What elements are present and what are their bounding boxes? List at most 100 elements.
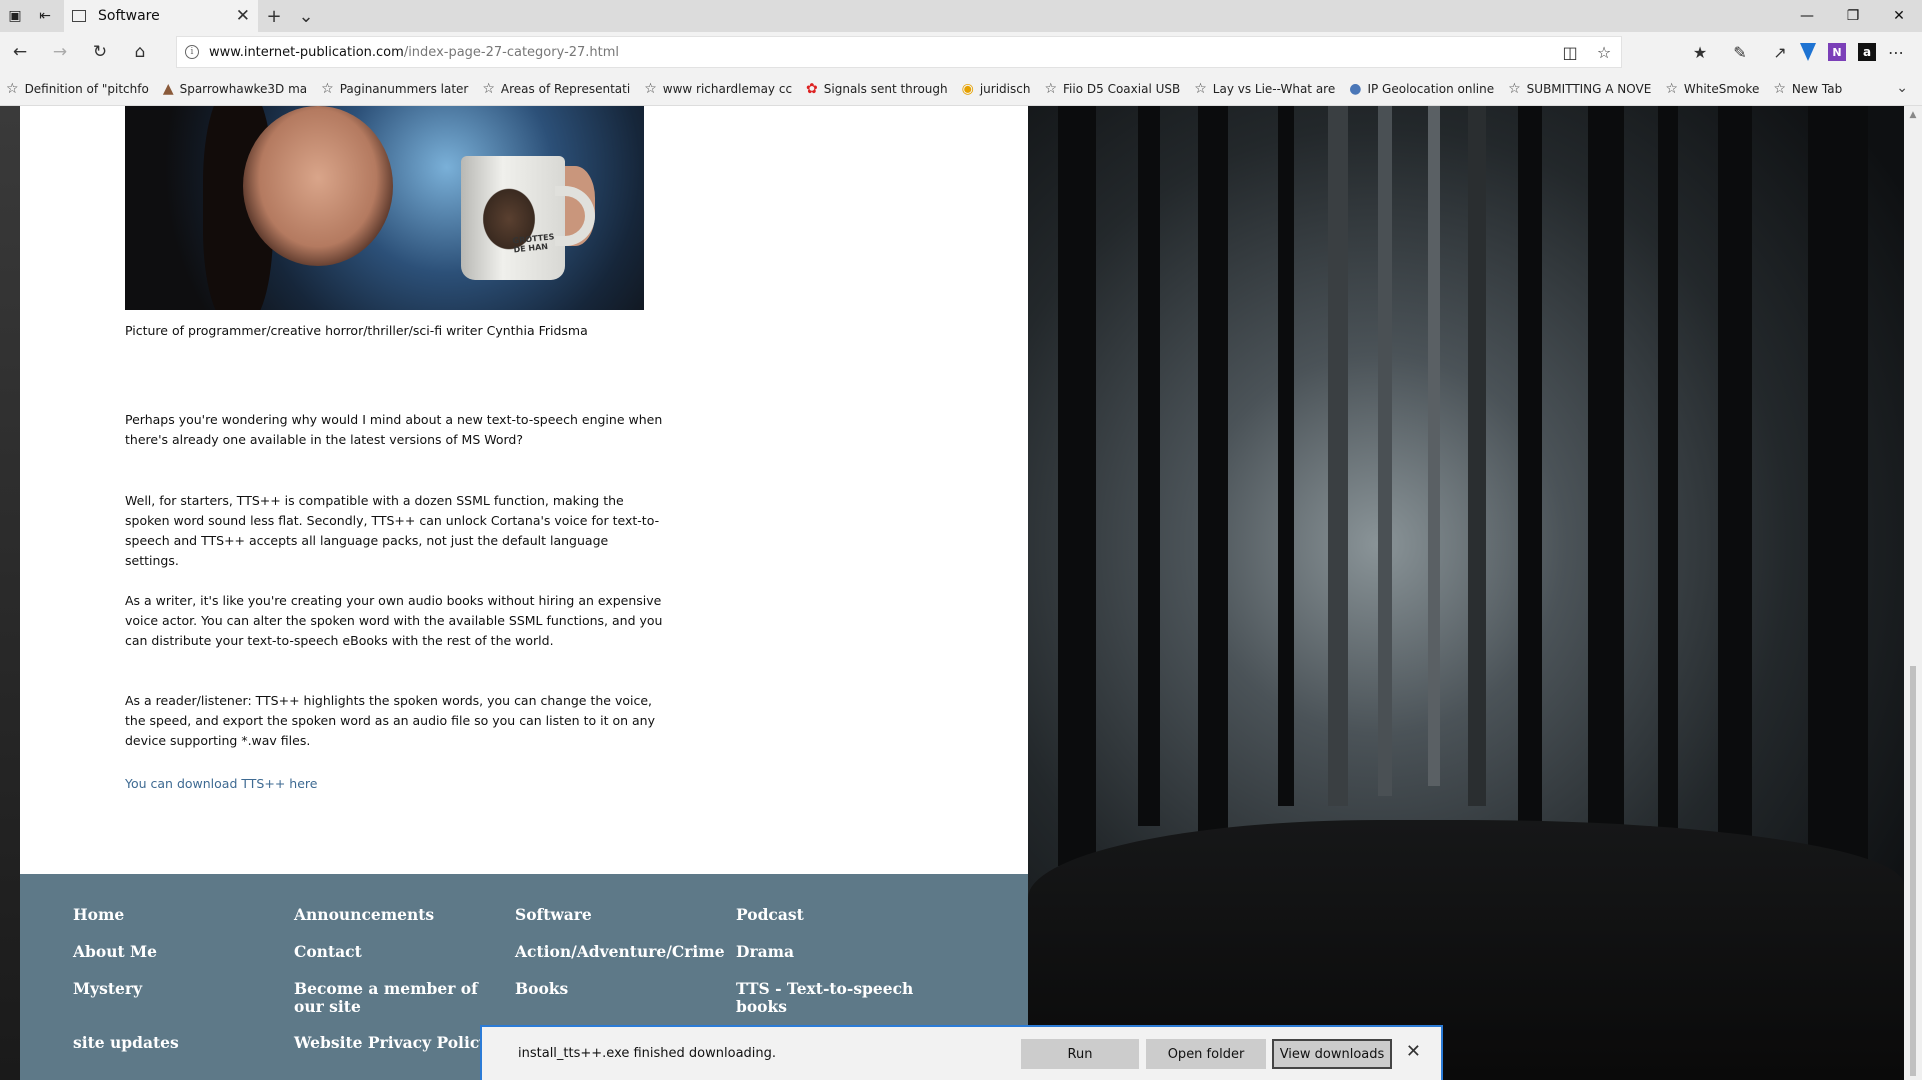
tab-title: Software xyxy=(98,8,160,24)
favorite-label: IP Geolocation online xyxy=(1367,81,1495,96)
favorite-item[interactable]: ✿ Signals sent through xyxy=(806,81,948,97)
favorite-label: Sparrowhawke3D ma xyxy=(179,81,308,96)
favorite-item[interactable]: ☆ Paginanummers later xyxy=(321,81,468,97)
close-icon[interactable]: ✕ xyxy=(1406,1041,1421,1062)
chevron-down-icon[interactable]: ⌄ xyxy=(290,0,322,32)
url-host: www.internet-publication.com xyxy=(209,44,404,60)
footer-link-become-member[interactable]: Become a member of our site xyxy=(294,980,504,1016)
download-link[interactable]: You can download TTS++ here xyxy=(125,776,317,791)
footer-link-software[interactable]: Software xyxy=(515,906,725,924)
multicolor-icon: ◉ xyxy=(961,80,974,97)
favorite-item[interactable]: ☆ New Tab xyxy=(1773,81,1842,97)
paragraph: As a writer, it's like you're creating y… xyxy=(125,593,663,648)
footer-link-action-adventure-crime[interactable]: Action/Adventure/Crime xyxy=(515,943,725,961)
favorite-label: Signals sent through xyxy=(823,81,948,96)
favorite-label: Fiio D5 Coaxial USB xyxy=(1063,81,1181,96)
close-window-icon[interactable]: ✕ xyxy=(1876,0,1922,32)
favorite-label: New Tab xyxy=(1791,81,1843,96)
forward-icon[interactable]: → xyxy=(40,32,80,72)
extension-shield-icon[interactable] xyxy=(1800,43,1816,61)
favorite-item[interactable]: ◉ juridisch xyxy=(962,81,1031,97)
favorites-overflow-icon[interactable]: ⌄ xyxy=(1896,80,1908,96)
globe-icon: ● xyxy=(1349,80,1362,97)
footer-link-announcements[interactable]: Announcements xyxy=(294,906,504,924)
star-icon: ☆ xyxy=(321,80,334,97)
favorite-star-icon[interactable]: ☆ xyxy=(1587,43,1621,62)
favorite-label: Definition of "pitchfo xyxy=(24,81,149,96)
page-scrollbar[interactable]: ▲ xyxy=(1904,106,1922,1080)
paragraph: Perhaps you're wondering why would I min… xyxy=(125,412,663,447)
footer-link-home[interactable]: Home xyxy=(73,906,273,924)
favorite-item[interactable]: ☆ www richardlemay cc xyxy=(644,81,792,97)
footer-link-privacy-policy[interactable]: Website Privacy Policy xyxy=(294,1034,504,1052)
mug-image: GROTTES DE HAN xyxy=(461,156,565,280)
info-icon[interactable]: i xyxy=(185,45,199,59)
close-tab-icon[interactable]: ✕ xyxy=(236,6,250,26)
star-icon: ☆ xyxy=(644,80,657,97)
scroll-thumb[interactable] xyxy=(1910,666,1916,1076)
set-tabs-aside-icon[interactable]: ⇤ xyxy=(30,0,60,32)
address-bar[interactable]: i www.internet-publication.com/index-pag… xyxy=(176,36,1622,68)
favorite-label: juridisch xyxy=(979,81,1031,96)
author-photo: GROTTES DE HAN xyxy=(125,106,644,310)
page-icon xyxy=(72,10,86,22)
favorite-label: Areas of Representati xyxy=(500,81,631,96)
back-icon[interactable]: ← xyxy=(0,32,40,72)
photo-caption: Picture of programmer/creative horror/th… xyxy=(125,323,588,338)
footer-link-tts-books[interactable]: TTS - Text-to-speech books xyxy=(736,980,916,1016)
paragraph: As a reader/listener: TTS++ highlights t… xyxy=(125,693,655,748)
favorite-label: WhiteSmoke xyxy=(1683,81,1760,96)
bird-icon: ▲ xyxy=(162,80,174,97)
favorite-item[interactable]: ● IP Geolocation online xyxy=(1349,81,1494,97)
refresh-icon[interactable]: ↻ xyxy=(80,32,120,72)
background-left xyxy=(0,106,20,1080)
favorites-bar: ☆ Definition of "pitchfo ▲ Sparrowhawke3D … xyxy=(0,72,1922,106)
footer-link-podcast[interactable]: Podcast xyxy=(736,906,946,924)
download-message: install_tts++.exe finished downloading. xyxy=(518,1046,777,1061)
tab-actions-icon[interactable]: ▣ xyxy=(0,0,30,32)
view-downloads-button[interactable]: View downloads xyxy=(1272,1039,1392,1069)
footer-link-about-me[interactable]: About Me xyxy=(73,943,273,961)
footer-link-contact[interactable]: Contact xyxy=(294,943,504,961)
star-icon: ☆ xyxy=(482,80,495,97)
favorite-item[interactable]: ☆ Fiio D5 Coaxial USB xyxy=(1044,81,1180,97)
footer-link-mystery[interactable]: Mystery xyxy=(73,980,273,998)
favorites-hub-icon[interactable]: ★ xyxy=(1680,43,1720,62)
star-icon: ☆ xyxy=(1508,80,1521,97)
favorite-item[interactable]: ☆ WhiteSmoke xyxy=(1665,81,1759,97)
star-icon: ☆ xyxy=(1044,80,1058,97)
url-path: /index-page-27-category-27.html xyxy=(403,44,620,60)
favorite-item[interactable]: ☆ Areas of Representati xyxy=(482,81,630,97)
star-icon: ☆ xyxy=(1773,80,1786,97)
star-icon: ☆ xyxy=(1194,80,1207,97)
pen-icon[interactable]: ✎ xyxy=(1720,43,1760,62)
favorite-item[interactable]: ☆ Definition of "pitchfo xyxy=(6,81,149,97)
home-icon[interactable]: ⌂ xyxy=(120,32,160,72)
footer-link-drama[interactable]: Drama xyxy=(736,943,946,961)
paragraph: Well, for starters, TTS++ is compatible … xyxy=(125,493,660,568)
minimize-icon[interactable]: — xyxy=(1784,0,1830,32)
tab-software[interactable]: Software ✕ xyxy=(64,0,258,32)
open-folder-button[interactable]: Open folder xyxy=(1146,1039,1266,1069)
reading-view-icon[interactable]: ◫ xyxy=(1553,43,1587,62)
more-icon[interactable]: ⋯ xyxy=(1876,43,1916,62)
onenote-icon[interactable]: N xyxy=(1828,43,1846,61)
new-tab-icon[interactable]: + xyxy=(258,0,290,32)
title-bar: ▣ ⇤ Software ✕ + ⌄ — ❐ ✕ xyxy=(0,0,1922,32)
footer-link-books[interactable]: Books xyxy=(515,980,725,998)
footer-link-site-updates[interactable]: site updates xyxy=(73,1034,273,1052)
favorite-label: Lay vs Lie--What are xyxy=(1212,81,1336,96)
forest-background-image xyxy=(1028,106,1904,1080)
restore-icon[interactable]: ❐ xyxy=(1830,0,1876,32)
favorite-label: SUBMITTING A NOVE xyxy=(1526,81,1652,96)
download-notification: install_tts++.exe finished downloading. … xyxy=(480,1025,1443,1080)
favorite-item[interactable]: ☆ Lay vs Lie--What are xyxy=(1194,81,1335,97)
amazon-icon[interactable]: a xyxy=(1858,43,1876,61)
share-icon[interactable]: ↗ xyxy=(1760,43,1800,62)
content-area: GROTTES DE HAN Picture of programmer/cre… xyxy=(20,106,1028,874)
favorite-item[interactable]: ▲ Sparrowhawke3D ma xyxy=(163,81,307,97)
scroll-up-icon[interactable]: ▲ xyxy=(1904,106,1922,124)
run-button[interactable]: Run xyxy=(1021,1039,1139,1069)
star-icon: ☆ xyxy=(1665,80,1678,97)
favorite-item[interactable]: ☆ SUBMITTING A NOVE xyxy=(1508,81,1651,97)
